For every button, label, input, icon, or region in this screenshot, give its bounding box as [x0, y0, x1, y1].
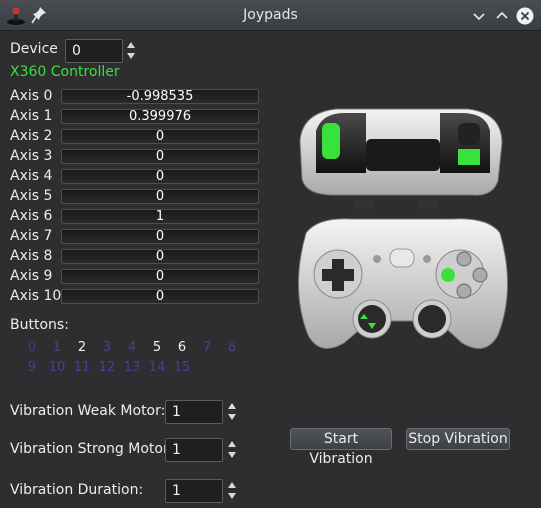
title-bar: Joypads: [0, 0, 541, 31]
button-indicator: 5: [152, 340, 162, 355]
button-indicator: 2: [77, 340, 87, 355]
spin-up-icon[interactable]: [127, 42, 135, 48]
window-title: Joypads: [243, 7, 298, 23]
vibration-strong-value: 1: [172, 442, 181, 458]
axis-bar: 0.399976: [61, 109, 259, 124]
face-button-pressed: [441, 268, 455, 282]
axis-label: Axis 2: [10, 128, 53, 144]
button-indicator: 11: [73, 360, 91, 375]
axis-value: 0: [155, 169, 165, 184]
vibration-duration-spin-arrows[interactable]: [226, 480, 238, 502]
button-indicator: 15: [173, 360, 191, 375]
vibration-duration-value: 1: [172, 483, 181, 499]
axis-value: 0: [155, 229, 165, 244]
axis-bar: 0: [61, 289, 259, 304]
spin-up-icon[interactable]: [228, 482, 236, 488]
gamepad-illustration: [297, 108, 509, 349]
device-spin-arrows[interactable]: [125, 40, 137, 62]
axis-value: 0: [155, 129, 165, 144]
axis-bar: 0: [61, 249, 259, 264]
stop-vibration-button[interactable]: Stop Vibration: [406, 428, 510, 450]
maximize-icon[interactable]: [492, 6, 512, 26]
spin-down-icon[interactable]: [127, 53, 135, 59]
minimize-icon[interactable]: [469, 6, 489, 26]
device-label: Device: [10, 41, 58, 57]
axis-bar: -0.998535: [61, 89, 259, 104]
button-indicator: 6: [177, 340, 187, 355]
axis-label: Axis 3: [10, 148, 53, 164]
device-spinbox[interactable]: 0: [65, 39, 123, 63]
buttons-label: Buttons:: [10, 317, 69, 333]
button-indicator: 12: [98, 360, 116, 375]
button-indicator: 8: [227, 340, 237, 355]
spin-down-icon[interactable]: [228, 452, 236, 458]
axis-bar: 0: [61, 149, 259, 164]
axis-label: Axis 5: [10, 188, 53, 204]
vibration-weak-spin-arrows[interactable]: [226, 401, 238, 423]
button-indicator: 9: [27, 360, 37, 375]
vibration-strong-spinbox[interactable]: 1: [165, 438, 223, 462]
button-indicator: 10: [48, 360, 66, 375]
button-indicator: 14: [148, 360, 166, 375]
vibration-weak-label: Vibration Weak Motor:: [10, 403, 166, 419]
vibration-weak-spinbox[interactable]: 1: [165, 400, 223, 424]
left-trigger-indicator: [322, 123, 340, 159]
axis-label: Axis 1: [10, 108, 53, 124]
axis-bar: 0: [61, 269, 259, 284]
device-value: 0: [72, 43, 81, 59]
spin-up-icon[interactable]: [228, 441, 236, 447]
spin-down-icon[interactable]: [228, 414, 236, 420]
axis-bar: 0: [61, 189, 259, 204]
button-indicator: 1: [52, 340, 62, 355]
vibration-duration-spinbox[interactable]: 1: [165, 479, 223, 503]
start-vibration-button[interactable]: Start Vibration: [290, 428, 392, 467]
vibration-duration-label: Vibration Duration:: [10, 482, 144, 498]
button-indicator: 4: [127, 340, 137, 355]
spin-up-icon[interactable]: [228, 403, 236, 409]
button-indicator: 13: [123, 360, 141, 375]
axis-bar: 1: [61, 209, 259, 224]
axis-value: 0: [155, 189, 165, 204]
axis-bar: 0: [61, 229, 259, 244]
axis-label: Axis 9: [10, 268, 53, 284]
axis-bar: 0: [61, 129, 259, 144]
vibration-strong-spin-arrows[interactable]: [226, 439, 238, 461]
spin-down-icon[interactable]: [228, 493, 236, 499]
button-indicator: 3: [102, 340, 112, 355]
axis-value: 0: [155, 149, 165, 164]
axis-label: Axis 4: [10, 168, 53, 184]
axis-label: Axis 8: [10, 248, 53, 264]
right-trigger-indicator: [458, 149, 480, 165]
button-indicator: 7: [202, 340, 212, 355]
axis-value: 0: [155, 269, 165, 284]
axis-value: 0: [155, 289, 165, 304]
close-icon[interactable]: [515, 6, 535, 26]
axis-value: 0: [155, 249, 165, 264]
axis-bar: 0: [61, 169, 259, 184]
vibration-weak-value: 1: [172, 404, 181, 420]
axis-value: -0.998535: [126, 89, 194, 104]
device-name: X360 Controller: [10, 64, 120, 80]
axis-label: Axis 0: [10, 88, 53, 104]
axis-value: 1: [155, 209, 165, 224]
button-indicator: 0: [27, 340, 37, 355]
right-stick-icon: [418, 305, 446, 333]
vibration-strong-label: Vibration Strong Motor:: [10, 441, 174, 457]
axis-label: Axis 10: [10, 288, 62, 304]
main-panel: Device 0 X360 Controller Axis 0 -0.99853…: [0, 31, 541, 508]
axis-label: Axis 7: [10, 228, 53, 244]
axis-label: Axis 6: [10, 208, 53, 224]
axis-value: 0.399976: [128, 109, 192, 124]
